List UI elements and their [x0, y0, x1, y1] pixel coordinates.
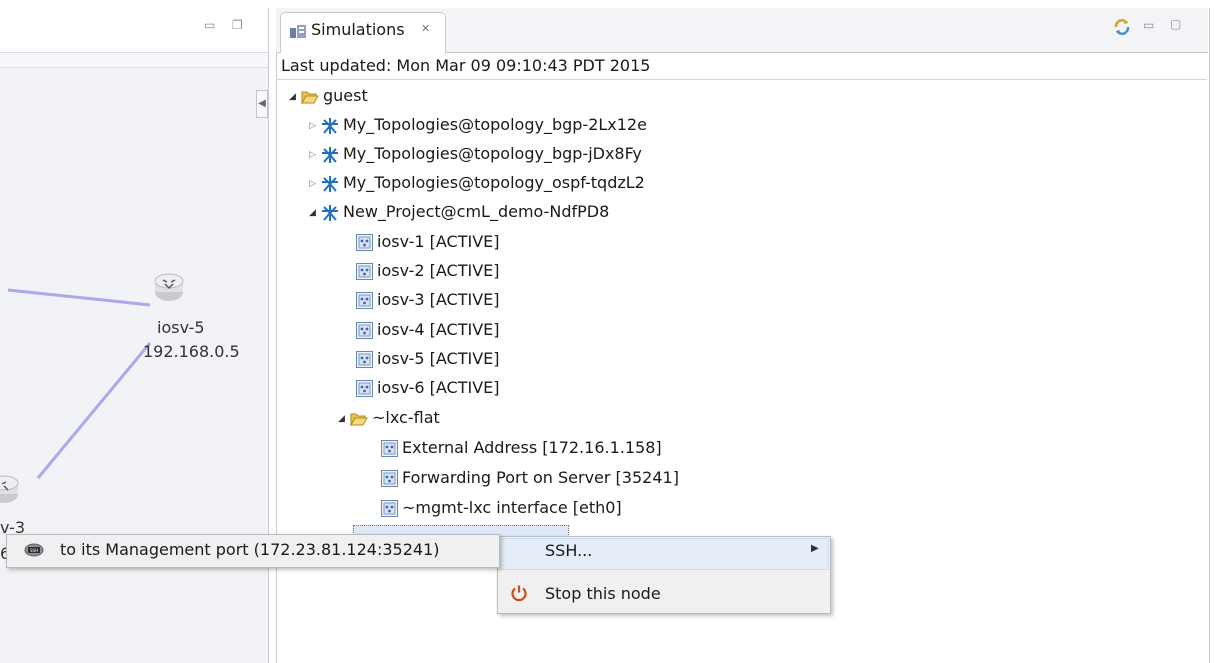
tree-item-label: iosv-3 [ACTIVE] — [377, 290, 500, 309]
menu-item-stop-node[interactable]: Stop this node — [545, 584, 661, 603]
close-icon[interactable]: ✕ — [421, 22, 430, 35]
node-icon — [381, 470, 398, 487]
expanded-arrow-icon[interactable]: ◢ — [338, 407, 350, 431]
tree-item-label: Forwarding Port on Server [35241] — [402, 468, 679, 487]
folder-open-icon — [301, 91, 319, 104]
tree-lxc-item[interactable]: External Address [172.16.1.158] — [381, 436, 662, 460]
tree-lxc-item[interactable]: Forwarding Port on Server [35241] — [381, 466, 679, 490]
tree-item-label: My_Topologies@topology_ospf-tqdzL2 — [343, 173, 645, 192]
collapsed-arrow-icon[interactable]: ▷ — [309, 143, 321, 167]
expanded-arrow-icon[interactable]: ◢ — [309, 201, 321, 225]
tree-topology[interactable]: ▷ My_Topologies@topology_ospf-tqdzL2 — [309, 171, 645, 195]
node-icon — [356, 380, 373, 397]
node-icon — [356, 322, 373, 339]
router-icon[interactable] — [153, 272, 185, 302]
submenu-arrow-icon: ▶ — [811, 543, 819, 554]
tree-item-label: External Address [172.16.1.158] — [402, 438, 662, 457]
last-updated-status: Last updated: Mon Mar 09 09:10:43 PDT 20… — [281, 56, 651, 75]
tree-item-label: ~lxc-flat — [372, 408, 440, 427]
link-line — [36, 342, 152, 479]
power-icon — [511, 585, 527, 602]
tree-item-label: iosv-4 [ACTIVE] — [377, 320, 500, 339]
tree-item-label: New_Project@cmL_demo-NdfPD8 — [343, 202, 610, 221]
menu-item-label: SSH... — [545, 541, 593, 560]
topology-links — [7, 288, 152, 479]
tree-topology[interactable]: ▷ My_Topologies@topology_bgp-jDx8Fy — [309, 142, 642, 166]
node-icon — [356, 234, 373, 251]
node-icon — [356, 263, 373, 280]
tree-item-label: iosv-5 [ACTIVE] — [377, 349, 500, 368]
tree-folder-guest[interactable]: ◢ guest — [289, 84, 368, 108]
tree-item-label: iosv-6 [ACTIVE] — [377, 378, 500, 397]
topology-icon — [322, 204, 338, 221]
ssh-terminal-icon: SSH — [24, 543, 44, 557]
tree-node[interactable]: iosv-5 [ACTIVE] — [356, 347, 500, 371]
node-ip-label: 192.168.0.5 — [143, 342, 240, 361]
refresh-icon[interactable] — [1112, 17, 1132, 37]
node-name-label: iosv-5 — [157, 318, 205, 337]
tree-item-label: My_Topologies@topology_bgp-jDx8Fy — [343, 144, 642, 163]
tree-item-label: iosv-2 [ACTIVE] — [377, 261, 500, 280]
tree-node[interactable]: iosv-6 [ACTIVE] — [356, 376, 500, 400]
tree-item-label: iosv-1 [ACTIVE] — [377, 232, 500, 251]
tree-lxc-item[interactable]: ~mgmt-lxc interface [eth0] — [381, 496, 622, 520]
topology-icon — [322, 175, 338, 192]
node-icon — [381, 440, 398, 457]
tab-label: Simulations — [311, 20, 405, 39]
router-icon[interactable] — [0, 474, 20, 504]
tree-item-label: My_Topologies@topology_bgp-2Lx12e — [343, 115, 647, 134]
menu-item-ssh-management-port[interactable]: to its Management port (172.23.81.124:35… — [60, 540, 439, 559]
tree-node[interactable]: iosv-1 [ACTIVE] — [356, 230, 500, 254]
minimize-icon[interactable]: ▭ — [1143, 18, 1154, 32]
collapsed-arrow-icon[interactable]: ▷ — [309, 114, 321, 138]
node-icon — [381, 500, 398, 517]
svg-text:SSH: SSH — [30, 548, 38, 553]
topology-icon — [322, 117, 338, 134]
tree-node[interactable]: iosv-4 [ACTIVE] — [356, 318, 500, 342]
tree-topology[interactable]: ◢ New_Project@cmL_demo-NdfPD8 — [309, 200, 609, 224]
folder-open-icon — [350, 413, 368, 426]
tree-folder-lxc[interactable]: ◢ ~lxc-flat — [338, 406, 440, 430]
expanded-arrow-icon[interactable]: ◢ — [289, 85, 301, 109]
tree-node[interactable]: iosv-2 [ACTIVE] — [356, 259, 500, 283]
tree-node[interactable]: iosv-3 [ACTIVE] — [356, 288, 500, 312]
maximize-icon[interactable]: ▢ — [1170, 17, 1181, 31]
divider — [277, 79, 1207, 80]
tree-topology[interactable]: ▷ My_Topologies@topology_bgp-2Lx12e — [309, 113, 647, 137]
simulations-icon — [290, 25, 306, 38]
tree-item-label: guest — [323, 86, 368, 105]
link-line — [7, 288, 151, 307]
node-icon — [356, 292, 373, 309]
node-icon — [356, 351, 373, 368]
tree-item-label: ~mgmt-lxc interface [eth0] — [402, 498, 622, 517]
topology-icon — [322, 146, 338, 163]
collapsed-arrow-icon[interactable]: ▷ — [309, 172, 321, 196]
